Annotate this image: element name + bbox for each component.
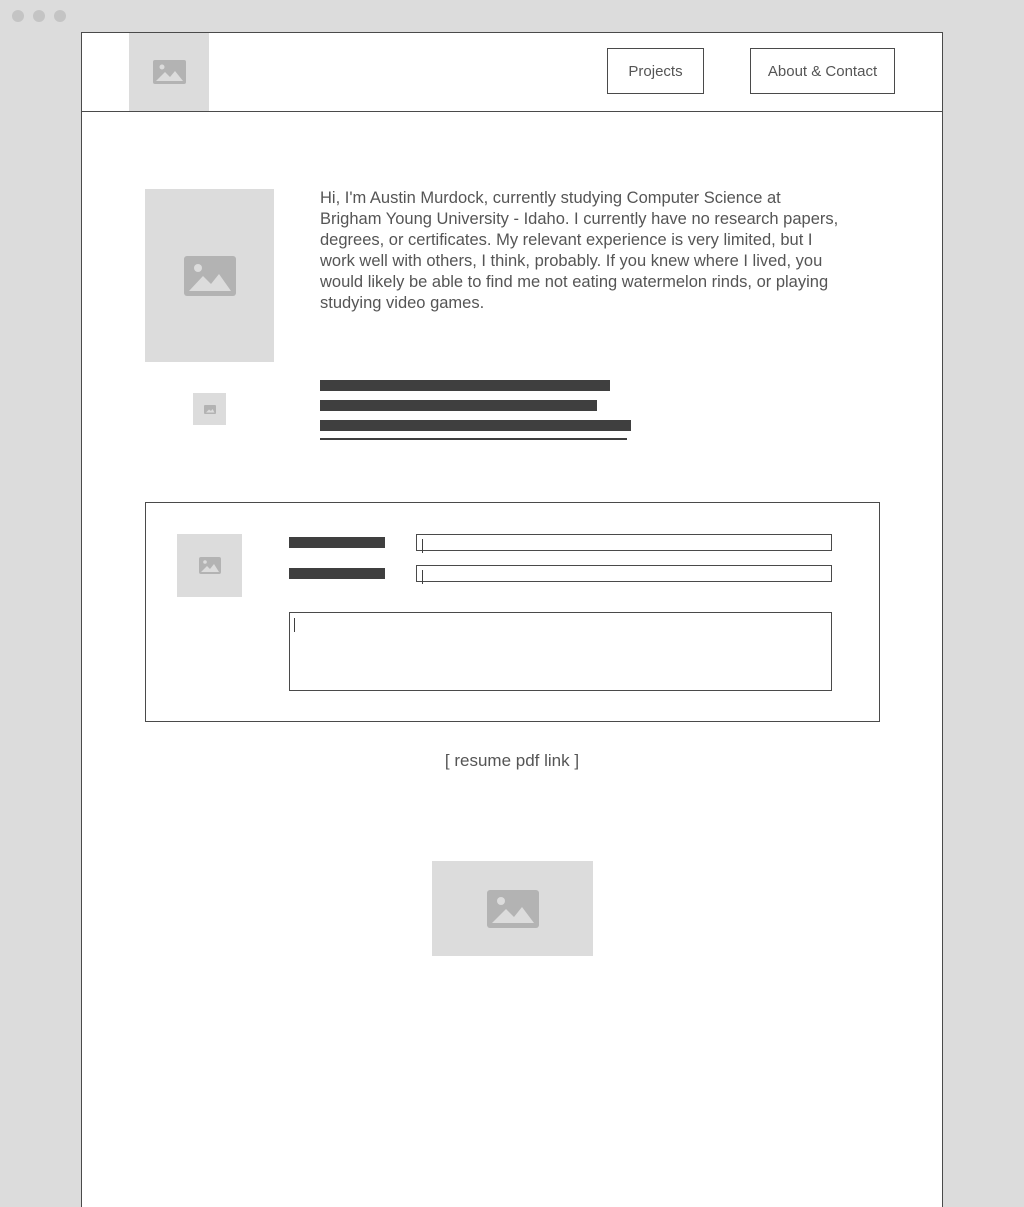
form-field-label <box>289 568 385 579</box>
bio-text: Hi, I'm Austin Murdock, currently studyi… <box>320 189 839 312</box>
nav-about-contact-button[interactable]: About & Contact <box>750 48 895 94</box>
image-placeholder-icon <box>183 255 236 296</box>
site-header: Projects About & Contact <box>82 33 942 112</box>
window-minimize-button[interactable] <box>33 10 45 22</box>
image-placeholder-icon <box>198 557 221 574</box>
contact-input-2[interactable] <box>416 565 832 582</box>
nav-projects-button[interactable]: Projects <box>607 48 704 94</box>
window-maximize-button[interactable] <box>54 10 66 22</box>
text-placeholder-underline <box>320 438 627 440</box>
profile-photo <box>145 189 274 362</box>
text-placeholder-line <box>320 400 597 411</box>
resume-pdf-link[interactable]: [ resume pdf link ] <box>82 751 942 771</box>
image-placeholder-icon <box>152 60 186 84</box>
text-placeholder-line <box>320 420 631 431</box>
text-cursor <box>294 618 295 632</box>
form-field-label <box>289 537 385 548</box>
contact-message-textarea[interactable] <box>289 612 832 691</box>
window-close-button[interactable] <box>12 10 24 22</box>
text-cursor <box>422 570 423 584</box>
small-image-thumbnail <box>193 393 226 425</box>
window-controls <box>12 10 66 22</box>
text-placeholder-line <box>320 380 610 391</box>
contact-form <box>145 502 880 722</box>
contact-image <box>177 534 242 597</box>
text-cursor <box>422 539 423 553</box>
image-placeholder-icon <box>486 889 539 928</box>
footer-image <box>432 861 593 956</box>
contact-input-1[interactable] <box>416 534 832 551</box>
site-logo[interactable] <box>129 33 209 111</box>
image-placeholder-icon <box>203 404 216 414</box>
page-canvas: Projects About & Contact Hi, I'm Austin … <box>81 32 943 1207</box>
